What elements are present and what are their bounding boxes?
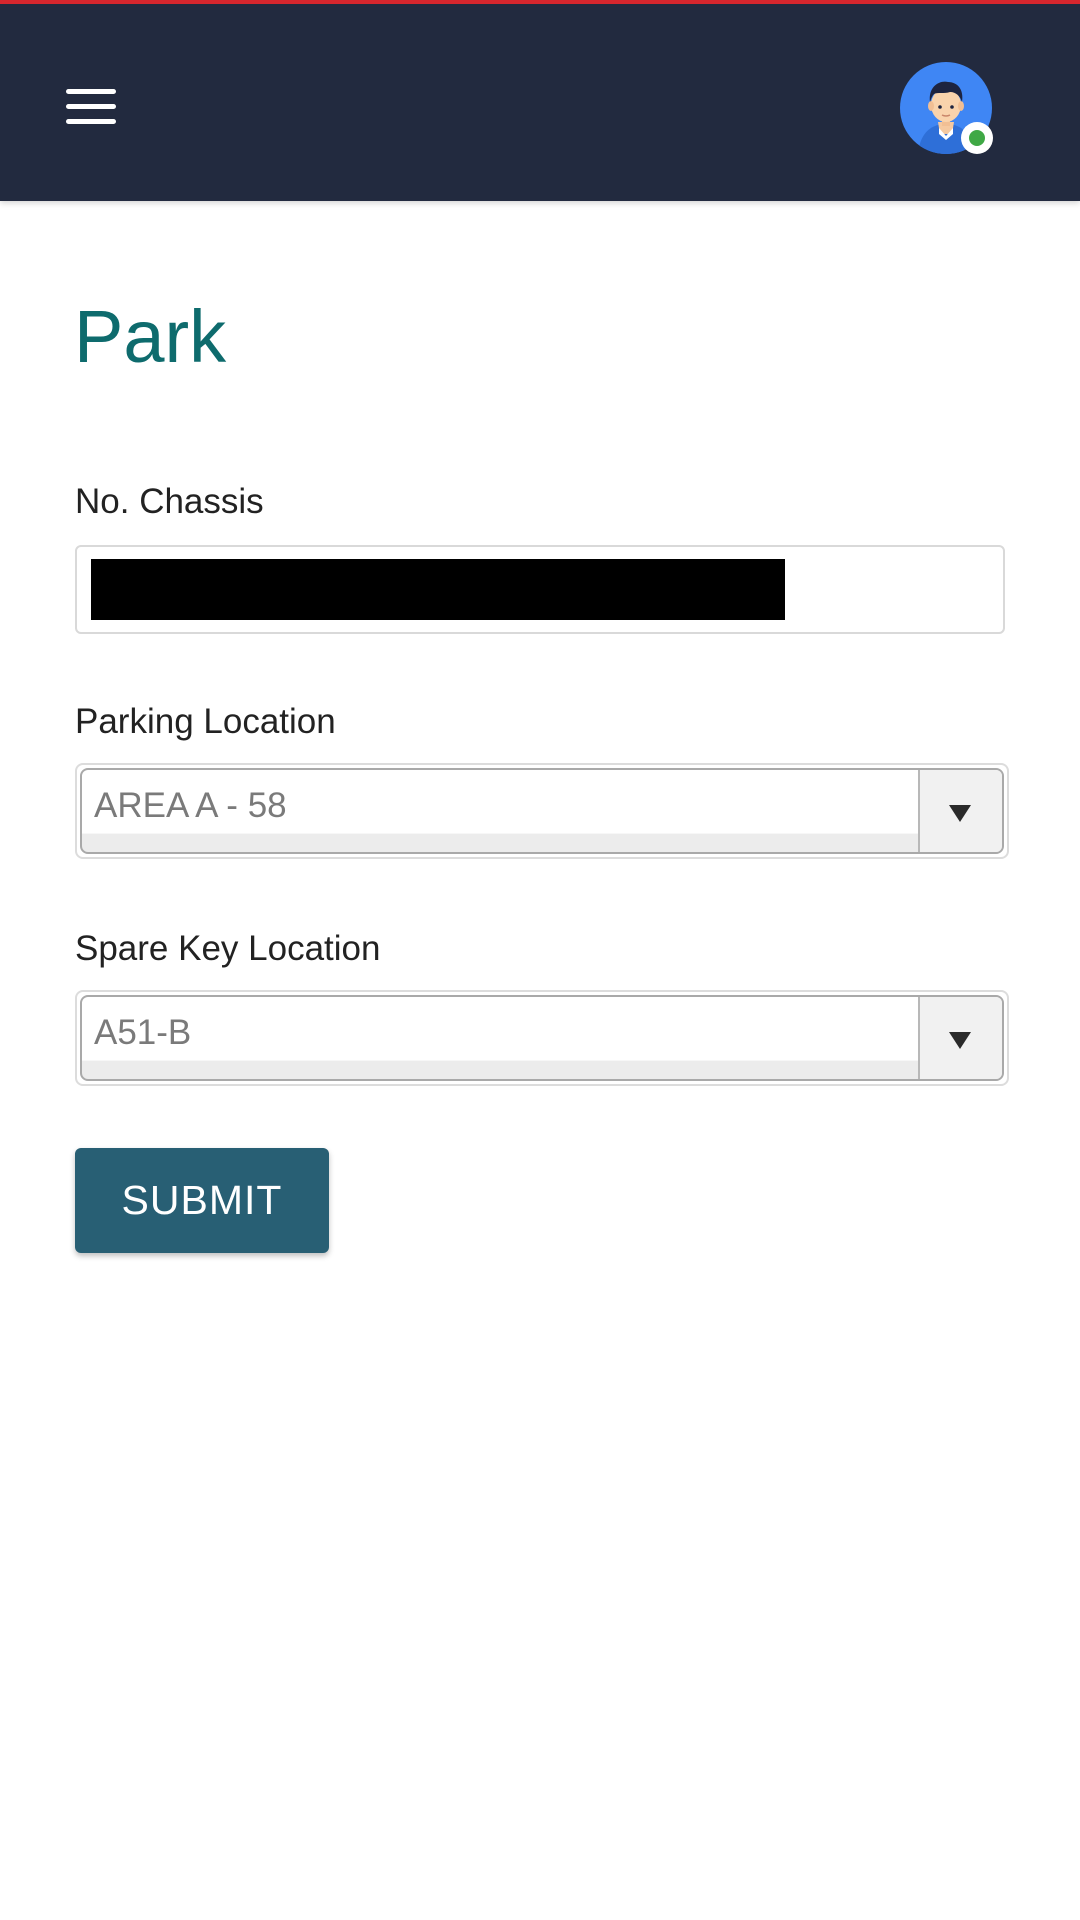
hamburger-menu-icon[interactable] xyxy=(62,82,120,130)
top-app-bar xyxy=(0,0,1080,201)
page-title: Park xyxy=(74,295,227,378)
spare-key-location-dropdown-toggle[interactable] xyxy=(918,997,1002,1079)
online-status-badge xyxy=(961,122,993,154)
spare-key-location-value: A51-B xyxy=(94,1013,192,1052)
parking-location-value: AREA A - 58 xyxy=(94,786,287,825)
spare-key-location-select[interactable]: A51-B xyxy=(75,990,1009,1086)
chassis-input[interactable] xyxy=(75,545,1005,634)
parking-location-select[interactable]: AREA A - 58 xyxy=(75,763,1009,859)
chassis-label: No. Chassis xyxy=(75,482,264,521)
menu-bar-line xyxy=(66,104,116,109)
parking-location-select-box: AREA A - 58 xyxy=(80,768,1004,854)
menu-bar-line xyxy=(66,119,116,124)
parking-location-label: Parking Location xyxy=(75,702,336,741)
spare-key-location-select-box: A51-B xyxy=(80,995,1004,1081)
redacted-value-block xyxy=(91,559,785,620)
caret-down-icon xyxy=(949,1032,971,1049)
parking-location-dropdown-toggle[interactable] xyxy=(918,770,1002,852)
spare-key-location-label: Spare Key Location xyxy=(75,929,381,968)
submit-button[interactable]: SUBMIT xyxy=(75,1148,329,1253)
menu-bar-line xyxy=(66,89,116,94)
caret-down-icon xyxy=(949,805,971,822)
